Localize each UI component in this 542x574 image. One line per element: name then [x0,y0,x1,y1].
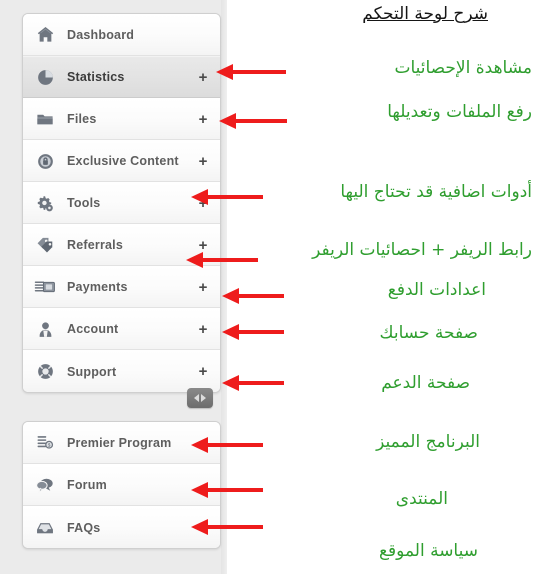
sidebar-item-premier-program[interactable]: $ Premier Program [23,422,220,464]
sidebar-item-account[interactable]: Account + [23,308,220,350]
caret-left-icon [194,394,199,402]
expand-plus-icon[interactable]: + [190,364,220,379]
annotation-text: رابط الريفر + احصائيات الريفر [312,240,532,260]
money-list-icon: $ [23,433,67,452]
annotation-text: أدوات اضافية قد تحتاج اليها [340,182,532,202]
sidebar-item-label: Support [67,364,117,379]
sidebar-item-label: Referrals [67,238,123,252]
annotation-text: البرنامج المميز [376,432,480,452]
expand-plus-icon[interactable]: + [190,196,220,211]
annotation-text: المنتدى [395,489,448,509]
user-icon [23,320,67,339]
sidebar-item-faqs[interactable]: FAQs [23,506,220,548]
annotation-text: مشاهدة الإحصائيات [394,58,532,78]
expand-plus-icon[interactable]: + [190,70,220,85]
sidebar-item-label: Payments [67,280,128,294]
sidebar-item-label: FAQs [67,520,101,535]
sidebar-main-panel: Dashboard Statistics + Files + Exclusive Cont… [22,13,221,393]
lifebuoy-icon [23,362,67,381]
annotation-text: صفحة حسابك [379,323,478,343]
home-icon [23,25,67,44]
pie-chart-icon [23,68,67,87]
banknotes-icon [23,278,67,296]
tags-icon [23,236,67,255]
sidebar-item-label: Forum [67,478,107,492]
sidebar-item-tools[interactable]: Tools + [23,182,220,224]
sidebar-item-label: Files [67,112,97,126]
annotation-text: رفع الملفات وتعديلها [387,102,532,122]
sidebar-item-exclusive-content[interactable]: Exclusive Content + [23,140,220,182]
sidebar-item-support[interactable]: Support + [23,350,220,392]
annotation-title: شرح لوحة التحكم [362,4,488,24]
collapse-sidebar-toggle[interactable] [187,388,213,408]
expand-plus-icon[interactable]: + [190,238,220,253]
sidebar-item-label: Exclusive Content [67,154,179,168]
speech-bubble-icon [23,476,67,494]
sidebar-item-label: Tools [67,196,101,210]
svg-text:$: $ [48,443,51,449]
sidebar-item-label: Account [67,322,119,336]
sidebar-item-payments[interactable]: Payments + [23,266,220,308]
folder-icon [23,110,67,129]
sidebar-secondary-panel: $ Premier Program Forum FAQs [22,421,221,549]
lock-badge-icon [23,152,67,171]
annotation-text: اعدادات الدفع [387,280,486,300]
annotation-text: صفحة الدعم [381,373,470,393]
expand-plus-icon[interactable]: + [190,280,220,295]
sidebar-item-files[interactable]: Files + [23,98,220,140]
inbox-tray-icon [23,519,67,537]
page-background-edge-shadow [221,0,227,574]
expand-plus-icon[interactable]: + [190,112,220,127]
sidebar-item-forum[interactable]: Forum [23,464,220,506]
sidebar-item-dashboard[interactable]: Dashboard [23,14,220,56]
annotation-layer: شرح لوحة التحكم مشاهدة الإحصائيات رفع الم… [228,0,542,574]
expand-plus-icon[interactable]: + [190,154,220,169]
sidebar-item-referrals[interactable]: Referrals + [23,224,220,266]
sidebar-item-label: Dashboard [67,27,135,42]
sidebar-item-label: Statistics [67,70,125,84]
sidebar-item-label: Premier Program [67,435,172,450]
expand-plus-icon[interactable]: + [190,322,220,337]
sidebar-item-statistics[interactable]: Statistics + [23,56,220,98]
gears-icon [23,194,67,213]
caret-right-icon [201,394,206,402]
annotation-text: سياسة الموقع [378,541,478,561]
